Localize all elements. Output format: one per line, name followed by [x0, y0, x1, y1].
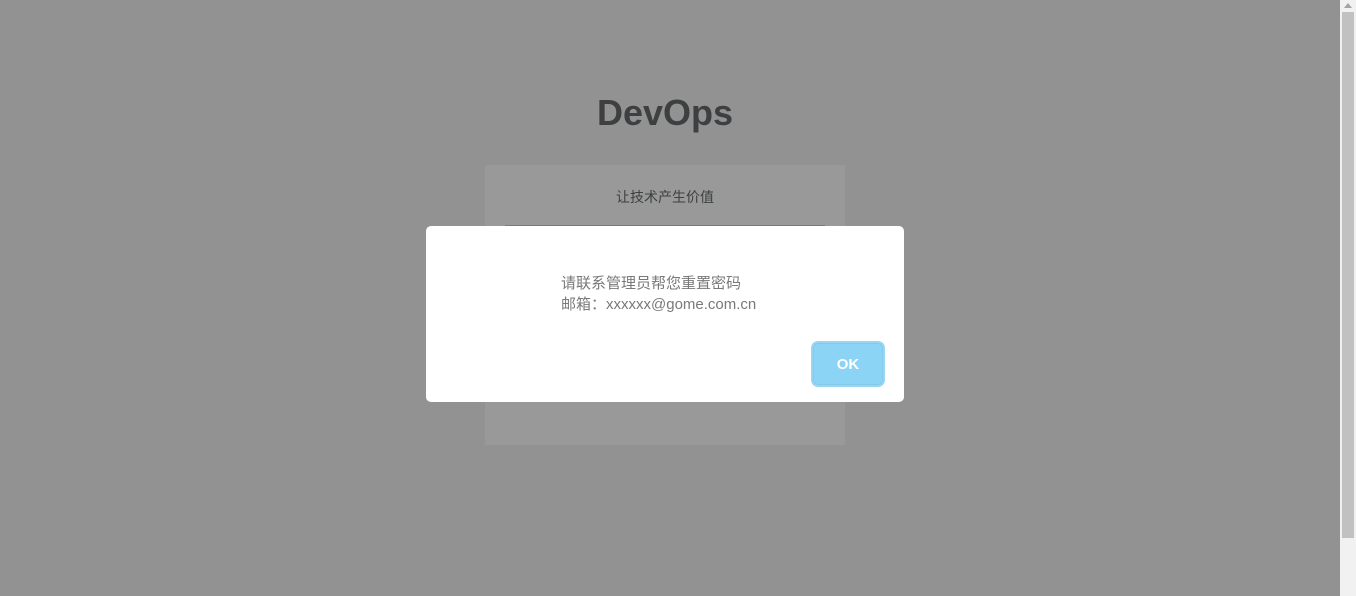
reset-password-dialog: 请联系管理员帮您重置密码 邮箱：xxxxxx@gome.com.cn OK: [426, 226, 904, 402]
vertical-scrollbar[interactable]: [1340, 0, 1356, 596]
dialog-message-line-2: 邮箱：xxxxxx@gome.com.cn: [561, 296, 757, 313]
ok-button[interactable]: OK: [813, 343, 883, 385]
login-page: DevOps 让技术产生价值 请联系管理员帮您重置密码 邮箱：xxxxxx@go…: [0, 0, 1340, 596]
scrollbar-thumb[interactable]: [1342, 12, 1354, 538]
dialog-message-line-1: 请联系管理员帮您重置密码: [561, 275, 742, 292]
scroll-up-arrow-icon[interactable]: [1344, 3, 1352, 8]
dialog-message: 请联系管理员帮您重置密码 邮箱：xxxxxx@gome.com.cn: [561, 273, 881, 315]
